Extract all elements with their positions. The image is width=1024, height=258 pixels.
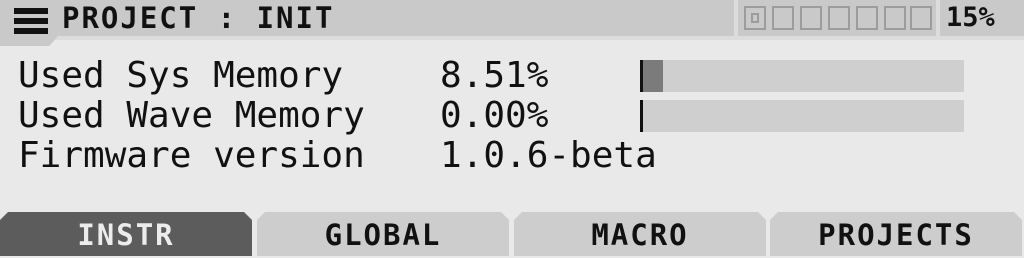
instrument-slot-empty-icon [772,6,794,30]
instrument-slot-empty-icon [800,6,822,30]
menu-icon[interactable] [14,8,48,36]
title-area: PROJECT : INIT [0,0,734,36]
tab-instr[interactable]: INSTR [0,212,252,256]
instrument-slot-empty-icon [910,6,932,30]
info-row-firmware: Firmware version 1.0.6-beta [18,136,657,176]
instrument-slot-empty-icon [856,6,878,30]
firmware-label: Firmware version [18,135,365,176]
wave-memory-label: Used Wave Memory [18,95,365,136]
info-row-wave-memory: Used Wave Memory 0.00% [18,96,548,136]
instrument-slot-active-icon [744,6,766,30]
sys-memory-value: 8.51% [440,55,549,96]
instrument-slot-empty-icon [828,6,850,30]
sys-memory-label: Used Sys Memory [18,55,344,96]
sys-memory-bar-fill [643,60,663,92]
instrument-slot-empty-icon [884,6,906,30]
tab-global[interactable]: GLOBAL [257,212,509,256]
cpu-load: 15% [946,2,995,33]
cpu-indicator: 15% [940,0,1024,36]
firmware-value: 1.0.6-beta [440,135,657,176]
header-bar: PROJECT : INIT 15% [0,0,1024,40]
tab-bar: INSTR GLOBAL MACRO PROJECTS [0,212,1024,256]
info-row-sys-memory: Used Sys Memory 8.51% [18,56,548,96]
tab-projects[interactable]: PROJECTS [770,212,1022,256]
wave-memory-bar-marker [640,100,643,132]
page-title: PROJECT : INIT [62,1,335,35]
tab-macro[interactable]: MACRO [514,212,766,256]
sys-memory-bar [640,60,964,92]
wave-memory-value: 0.00% [440,95,549,136]
instrument-slots [738,0,936,36]
wave-memory-bar [640,100,964,132]
